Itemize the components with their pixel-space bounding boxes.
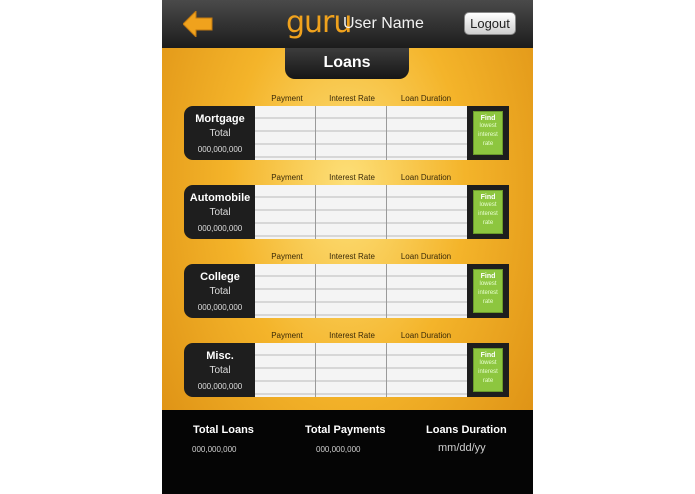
loan-label-panel: Misc. Total 000,000,000 [184, 343, 258, 397]
top-bar: guru User Name Logout [162, 0, 533, 48]
find-title: Find [480, 194, 496, 201]
find-lowest-rate-button[interactable]: Find lowest interest rate [473, 348, 503, 392]
loan-total-label: Total [209, 286, 231, 297]
column-header-loan-duration: Loan Duration [400, 173, 452, 182]
loan-input-grid [255, 343, 470, 397]
loan-total-label: Total [209, 365, 231, 376]
find-lowest-rate-button[interactable]: Find lowest interest rate [473, 190, 503, 234]
find-line: lowest [479, 281, 497, 287]
find-title: Find [480, 115, 496, 122]
loan-duration-field[interactable] [387, 106, 470, 160]
loan-total-amount: 000,000,000 [197, 303, 243, 312]
loan-name: Automobile [189, 192, 251, 204]
loan-total-label: Total [209, 207, 231, 218]
find-lowest-rate-button[interactable]: Find lowest interest rate [473, 111, 503, 155]
column-header-interest-rate: Interest Rate [329, 252, 375, 261]
loan-input-grid [255, 185, 470, 239]
column-header-interest-rate: Interest Rate [329, 94, 375, 103]
loan-name: Mortgage [195, 113, 245, 125]
find-line: rate [482, 220, 494, 226]
summary-footer: Total Loans 000,000,000 Total Payments 0… [162, 410, 533, 494]
loans-duration-label: Loans Duration [426, 424, 507, 436]
column-header-payment: Payment [271, 252, 303, 261]
column-header-loan-duration: Loan Duration [400, 252, 452, 261]
total-payments-label: Total Payments [305, 424, 386, 436]
find-line: interest [478, 132, 498, 138]
find-line: rate [482, 141, 494, 147]
loan-name: College [200, 271, 240, 283]
payment-field[interactable] [255, 264, 315, 318]
loans-duration-value: mm/dd/yy [438, 442, 486, 454]
total-loans-value: 000,000,000 [192, 445, 237, 454]
find-line: rate [482, 299, 494, 305]
find-title: Find [480, 352, 496, 359]
loan-section-mortgage: Payment Interest Rate Loan Duration Mort… [162, 94, 533, 160]
loan-total-label: Total [209, 128, 231, 139]
loan-section-college: Payment Interest Rate Loan Duration Coll… [162, 252, 533, 318]
loan-section-automobile: Payment Interest Rate Loan Duration Auto… [162, 173, 533, 239]
interest-rate-field[interactable] [316, 343, 386, 397]
find-rate-panel: Find lowest interest rate [467, 185, 509, 239]
payment-field[interactable] [255, 185, 315, 239]
loan-input-grid [255, 264, 470, 318]
find-line: interest [478, 211, 498, 217]
payment-field[interactable] [255, 106, 315, 160]
back-button[interactable] [182, 9, 213, 39]
logout-button[interactable]: Logout [464, 12, 516, 35]
loan-label-panel: College Total 000,000,000 [184, 264, 258, 318]
loan-duration-field[interactable] [387, 343, 470, 397]
loan-input-grid [255, 106, 470, 160]
loan-duration-field[interactable] [387, 264, 470, 318]
interest-rate-field[interactable] [316, 106, 386, 160]
column-header-interest-rate: Interest Rate [329, 331, 375, 340]
find-rate-panel: Find lowest interest rate [467, 343, 509, 397]
find-line: interest [478, 290, 498, 296]
loan-duration-field[interactable] [387, 185, 470, 239]
back-arrow-icon [182, 9, 213, 39]
find-title: Find [480, 273, 496, 280]
loan-section-misc: Payment Interest Rate Loan Duration Misc… [162, 331, 533, 397]
interest-rate-field[interactable] [316, 264, 386, 318]
find-line: interest [478, 369, 498, 375]
find-lowest-rate-button[interactable]: Find lowest interest rate [473, 269, 503, 313]
brand-logo: guru [286, 5, 352, 40]
find-line: rate [482, 378, 494, 384]
find-rate-panel: Find lowest interest rate [467, 264, 509, 318]
loan-label-panel: Automobile Total 000,000,000 [184, 185, 258, 239]
loan-total-amount: 000,000,000 [197, 382, 243, 391]
app-screen: guru User Name Logout Loans Payment Inte… [162, 0, 533, 494]
page-title: Loans [285, 48, 409, 79]
column-header-interest-rate: Interest Rate [329, 173, 375, 182]
find-line: lowest [479, 360, 497, 366]
interest-rate-field[interactable] [316, 185, 386, 239]
loan-label-panel: Mortgage Total 000,000,000 [184, 106, 258, 160]
payment-field[interactable] [255, 343, 315, 397]
loan-total-amount: 000,000,000 [197, 145, 243, 154]
find-line: lowest [479, 123, 497, 129]
find-line: lowest [479, 202, 497, 208]
loan-name: Misc. [206, 350, 234, 362]
column-header-loan-duration: Loan Duration [400, 94, 452, 103]
total-payments-value: 000,000,000 [316, 445, 361, 454]
column-header-payment: Payment [271, 331, 303, 340]
loan-total-amount: 000,000,000 [197, 224, 243, 233]
find-rate-panel: Find lowest interest rate [467, 106, 509, 160]
column-header-payment: Payment [271, 94, 303, 103]
user-name: User Name [343, 15, 424, 32]
total-loans-label: Total Loans [193, 424, 254, 436]
column-header-loan-duration: Loan Duration [400, 331, 452, 340]
column-header-payment: Payment [271, 173, 303, 182]
